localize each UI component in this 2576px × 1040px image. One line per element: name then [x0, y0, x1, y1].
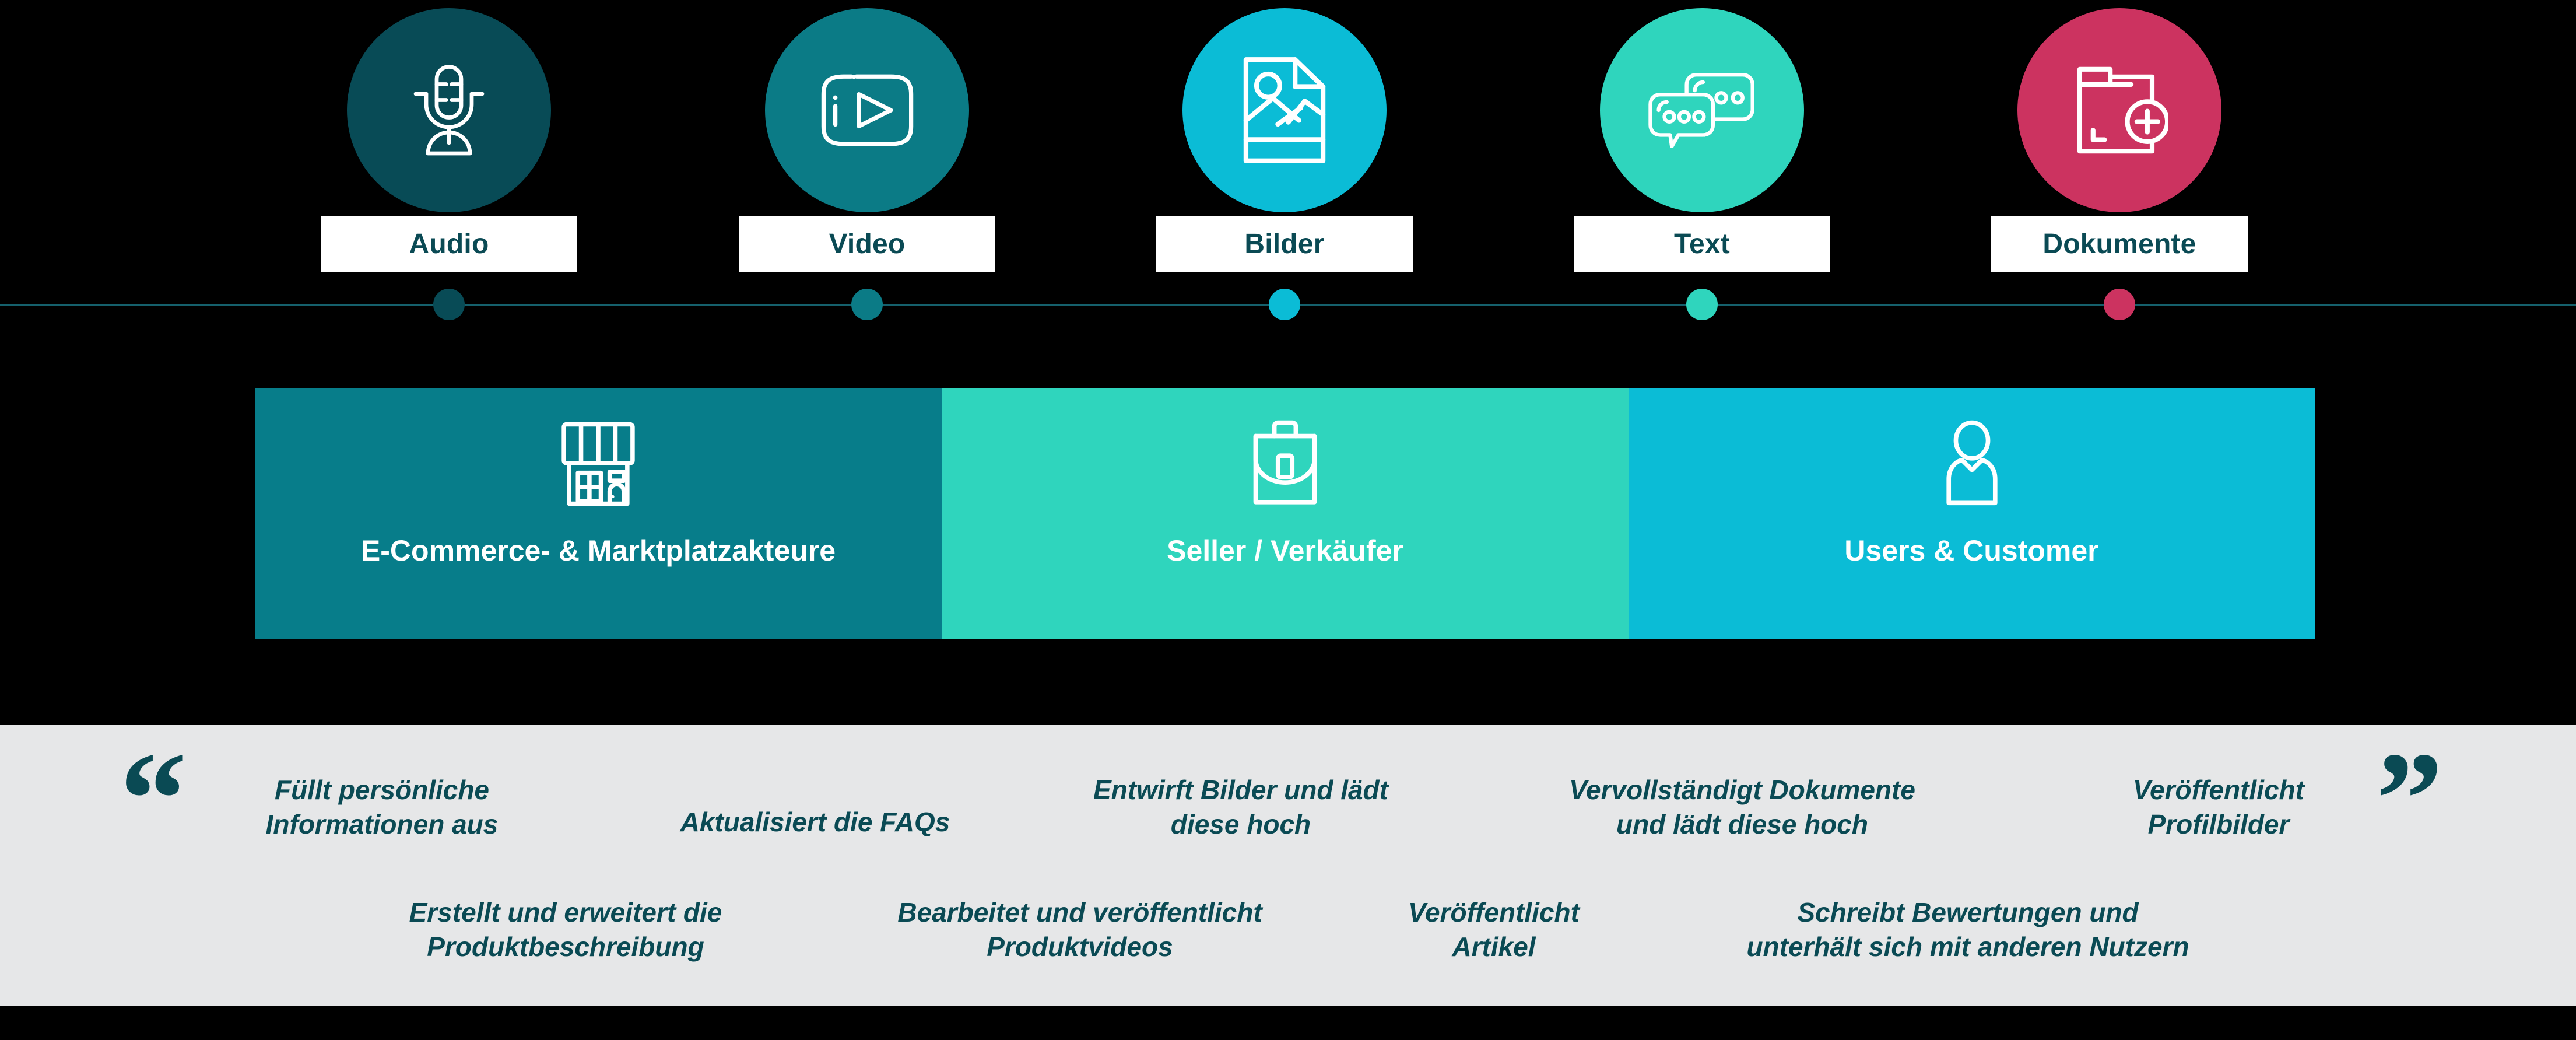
text-circle [1600, 8, 1804, 212]
media-type-text[interactable]: Text [1574, 0, 1830, 309]
quote-item: Veröffentlicht Profilbilder [2133, 775, 2304, 839]
timeline-dot-bilder [1269, 289, 1300, 320]
actor-segment-seller[interactable]: Seller / Verkäufer [942, 388, 1629, 639]
timeline-dot-dokumente [2104, 289, 2135, 320]
media-types-row: Audio Video Bilder Text Dokumente [0, 0, 2576, 309]
image-file-icon [1241, 55, 1328, 166]
actor-bar: E-Commerce- & Marktplatzakteure Seller /… [255, 388, 2315, 639]
actor-label-users: Users & Customer [1844, 534, 2099, 567]
media-label-bilder: Bilder [1156, 216, 1413, 272]
quote-item: Vervollständigt Dokumente und lädt diese… [1569, 775, 1915, 839]
quote-item: Schreibt Bewertungen und unterhält sich … [1746, 897, 2189, 962]
media-type-audio[interactable]: Audio [321, 0, 577, 309]
media-label-audio: Audio [321, 216, 577, 272]
quote-item: Erstellt und erweitert die Produktbeschr… [409, 897, 722, 962]
actor-segment-ecommerce[interactable]: E-Commerce- & Marktplatzakteure [255, 388, 942, 639]
quote-item: Aktualisiert die FAQs [680, 807, 950, 837]
media-label-text: Text [1574, 216, 1830, 272]
timeline-dot-audio [433, 289, 465, 320]
microphone-icon [405, 62, 493, 159]
video-player-icon [816, 72, 918, 148]
quote-open-mark: “ [120, 724, 187, 873]
media-type-video[interactable]: Video [739, 0, 995, 309]
quote-item: Entwirft Bilder und lädt diese hoch [1093, 775, 1388, 839]
actor-label-seller: Seller / Verkäufer [1167, 534, 1403, 567]
actor-segment-users[interactable]: Users & Customer [1629, 388, 2315, 639]
video-circle [765, 8, 969, 212]
add-folder-icon [2072, 64, 2168, 157]
timeline-dot-video [851, 289, 883, 320]
briefcase-icon [1250, 417, 1320, 510]
actor-label-ecommerce: E-Commerce- & Marktplatzakteure [360, 534, 836, 567]
audio-circle [347, 8, 551, 212]
timeline-dot-text [1686, 289, 1718, 320]
media-type-bilder[interactable]: Bilder [1156, 0, 1413, 309]
storefront-icon [561, 417, 636, 510]
quote-close-mark: ” [2376, 724, 2443, 873]
media-label-dokumente: Dokumente [1991, 216, 2248, 272]
media-label-video: Video [739, 216, 995, 272]
dokumente-circle [2017, 8, 2221, 212]
bilder-circle [1182, 8, 1387, 212]
quote-item: Veröffentlicht Artikel [1408, 897, 1580, 962]
chat-bubbles-icon [1648, 72, 1756, 148]
user-icon [1940, 417, 2004, 510]
quote-item: Bearbeitet und veröffentlicht Produktvid… [897, 897, 1262, 962]
media-type-dokumente[interactable]: Dokumente [1991, 0, 2248, 309]
quote-item: Füllt persönliche Informationen aus [265, 775, 499, 839]
